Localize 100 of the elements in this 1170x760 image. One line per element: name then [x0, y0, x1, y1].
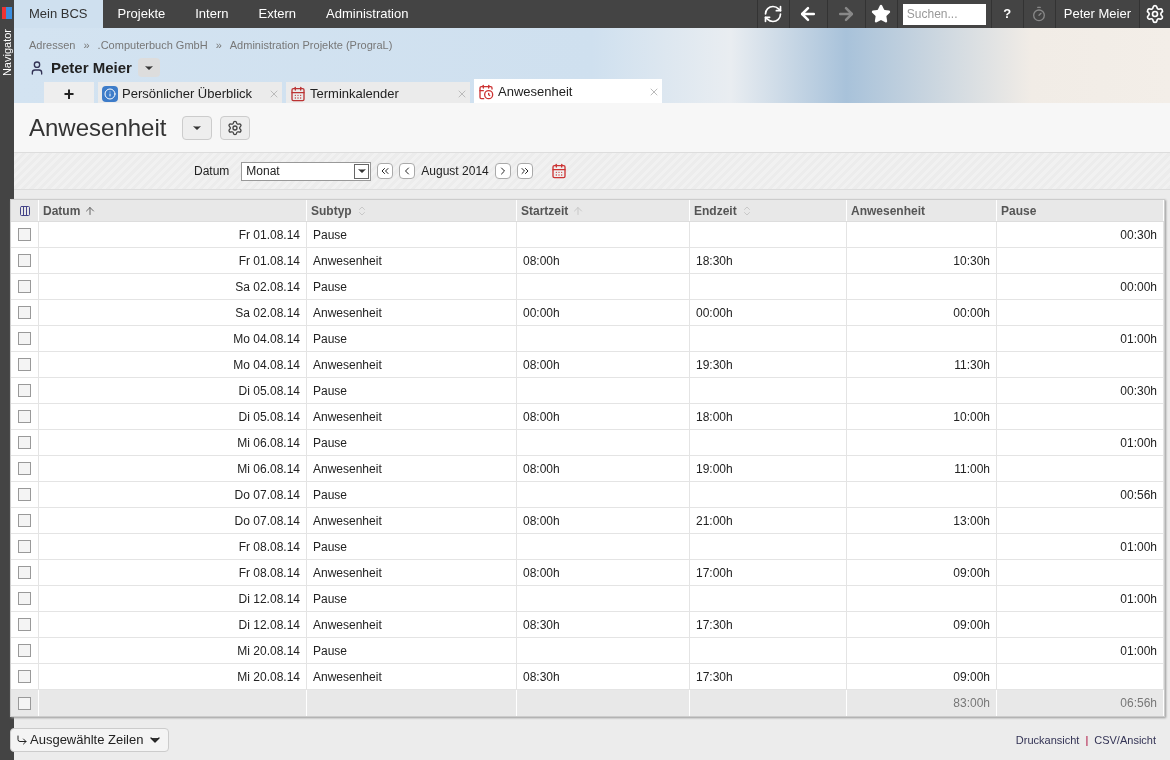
column-header[interactable]: Anwesenheit [847, 200, 997, 221]
page-tab[interactable]: Persönlicher Überblick [98, 82, 282, 105]
column-header[interactable]: Pause [997, 200, 1164, 221]
row-checkbox[interactable] [18, 358, 31, 371]
column-header[interactable]: Datum [39, 200, 307, 221]
column-header[interactable]: Startzeit [517, 200, 690, 221]
table-cell-text: Pause [313, 538, 348, 556]
up-arrow-icon[interactable] [84, 204, 97, 217]
table-cell-text: 00:30h [1120, 226, 1157, 244]
table-cell-text: 17:30h [696, 668, 733, 686]
table-cell-text: 10:30h [953, 252, 990, 270]
close-icon[interactable] [648, 86, 660, 98]
calendar-icon[interactable] [550, 163, 567, 179]
row-checkbox[interactable] [18, 514, 31, 527]
table-cell-text: 00:00h [696, 304, 733, 322]
table-cell-text: Anwesenheit [313, 408, 382, 426]
row-checkbox[interactable] [18, 436, 31, 449]
last-page-icon[interactable] [516, 163, 533, 179]
table-cell-text: Anwesenheit [313, 668, 382, 686]
row-checkbox[interactable] [18, 306, 31, 319]
table-cell-text: 10:00h [953, 408, 990, 426]
row-checkbox[interactable] [18, 254, 31, 267]
table-cell-text: Di 12.08.14 [238, 590, 300, 608]
table-cell-text: 01:00h [1120, 538, 1157, 556]
menu-tab[interactable]: Mein BCS [14, 0, 103, 28]
navigator-tab[interactable]: Navigator [0, 29, 16, 77]
table-cell-text: Di 05.08.14 [238, 382, 300, 400]
dropdown-button[interactable] [182, 115, 213, 140]
breadcrumb-link[interactable]: Adressen [29, 37, 76, 54]
settings-icon[interactable] [220, 115, 251, 140]
calendar-icon [290, 85, 306, 102]
footer-link[interactable]: Druckansicht [1015, 731, 1080, 749]
row-checkbox[interactable] [18, 670, 31, 683]
page-tab[interactable]: Terminkalender [286, 82, 470, 105]
footer-link[interactable]: CSV/Ansicht [1094, 731, 1156, 749]
table-cell-text: Pause [313, 278, 348, 296]
table-cell-text: 00:56h [1120, 486, 1157, 504]
link-separator: | [1085, 732, 1089, 748]
filter-label: Datum [194, 163, 230, 180]
row-checkbox[interactable] [18, 228, 31, 241]
table-cell-text: 00:00h [953, 304, 990, 322]
table-cell-text: Do 07.08.14 [234, 486, 300, 504]
row-checkbox[interactable] [18, 566, 31, 579]
table-cell-text: Anwesenheit [313, 616, 382, 634]
column-chooser-icon[interactable] [18, 204, 31, 217]
row-checkbox[interactable] [18, 410, 31, 423]
row-checkbox[interactable] [18, 280, 31, 293]
add-tab-button[interactable]: + [44, 82, 94, 105]
table-cell-text: Pause [313, 330, 348, 348]
table-cell-text: Fr 08.08.14 [238, 564, 300, 582]
table-cell-text: Mi 20.08.14 [237, 668, 300, 686]
table-cell-text: Sa 02.08.14 [235, 278, 300, 296]
selected-rows-button[interactable]: Ausgewählte Zeilen [10, 728, 170, 752]
breadcrumb-link[interactable]: Administration Projekte (PrograL) [229, 37, 393, 54]
total-cell-text: 83:00h [953, 695, 990, 712]
table-cell-text: Mi 20.08.14 [237, 642, 300, 660]
column-header[interactable]: Subtyp [307, 200, 517, 221]
table-cell-text: 11:30h [954, 356, 990, 374]
table-cell-text: 08:00h [523, 512, 560, 530]
table-cell-text: Pause [313, 226, 348, 244]
table-cell-text: Fr 01.08.14 [238, 252, 300, 270]
table-cell-text: 00:30h [1120, 382, 1157, 400]
row-checkbox[interactable] [18, 696, 31, 710]
period-select[interactable]: Monat [241, 161, 372, 181]
previous-icon[interactable] [399, 163, 416, 179]
menu-tab[interactable]: Administration [311, 0, 424, 28]
table-cell-text: 21:00h [696, 512, 733, 530]
table-cell-text: 17:30h [696, 616, 733, 634]
table-cell-text: 01:00h [1120, 642, 1157, 660]
table-cell-text: Di 05.08.14 [238, 408, 300, 426]
table-cell-text: Anwesenheit [313, 252, 382, 270]
row-checkbox[interactable] [18, 644, 31, 657]
row-checkbox[interactable] [18, 462, 31, 475]
table-cell-text: 01:00h [1120, 590, 1157, 608]
person-name: Peter Meier [51, 57, 132, 78]
table-cell-text: Mi 06.08.14 [237, 460, 300, 478]
table-cell-text: 00:00h [1120, 278, 1157, 296]
first-page-icon[interactable] [377, 163, 394, 179]
column-header[interactable]: Endzeit [690, 200, 847, 221]
total-cell-text: 06:56h [1120, 695, 1157, 712]
row-checkbox[interactable] [18, 488, 31, 501]
row-checkbox[interactable] [18, 592, 31, 605]
table-cell-text: Sa 02.08.14 [235, 304, 300, 322]
dropdown-button[interactable] [137, 58, 160, 78]
table-cell-text: Fr 01.08.14 [238, 226, 300, 244]
row-checkbox[interactable] [18, 540, 31, 553]
row-checkbox[interactable] [18, 618, 31, 631]
tab-label: Terminkalender [310, 84, 400, 103]
menu-tab[interactable]: Intern [180, 0, 244, 28]
calendar-clock-icon [478, 84, 494, 100]
page-tab[interactable]: Anwesenheit [474, 79, 662, 105]
table-cell-text: 01:00h [1120, 434, 1157, 452]
search-field[interactable]: Suchen... [902, 3, 986, 25]
menu-tab[interactable]: Extern [243, 0, 312, 28]
row-checkbox[interactable] [18, 384, 31, 397]
row-checkbox[interactable] [18, 332, 31, 345]
next-icon[interactable] [494, 163, 511, 179]
menu-tab[interactable]: Projekte [102, 0, 181, 28]
breadcrumb-separator: » [215, 38, 222, 53]
breadcrumb-link[interactable]: .Computerbuch GmbH [97, 37, 208, 54]
